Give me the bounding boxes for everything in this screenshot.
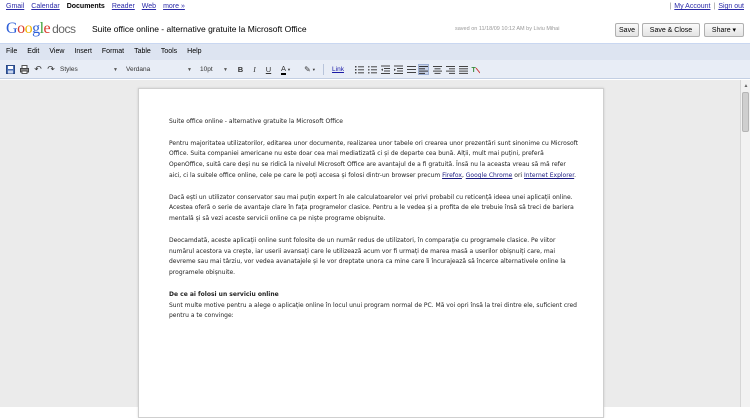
numbered-list-icon[interactable]	[354, 64, 364, 75]
title-bar: Google docs Suite office online - alterna…	[0, 14, 750, 44]
bold-button[interactable]: B	[236, 64, 245, 75]
share-button[interactable]: Share ▾	[704, 23, 744, 37]
doc-paragraph-2: Dacă ești un utilizator conservator sau …	[169, 193, 574, 223]
print-icon[interactable]	[19, 64, 29, 75]
align-right-icon[interactable]	[445, 64, 455, 75]
menu-help[interactable]: Help	[187, 48, 201, 55]
doc-title-line: Suite office online - alternative gratui…	[169, 118, 343, 125]
styles-dropdown[interactable]: Styles ▼	[60, 64, 118, 75]
google-docs-logo[interactable]: Google docs	[6, 20, 76, 38]
gbar-link-web[interactable]: Web	[142, 3, 156, 10]
blockquote-icon[interactable]	[406, 64, 416, 75]
text-color-icon: A	[281, 63, 287, 75]
gbar-link-more[interactable]: more »	[163, 3, 185, 10]
menu-insert[interactable]: Insert	[74, 48, 92, 55]
redo-icon[interactable]: ↷	[46, 64, 56, 75]
align-left-icon[interactable]	[418, 64, 429, 75]
doc-paragraph-4: Sunt multe motive pentru a alege o aplic…	[169, 301, 577, 320]
logo-product-name: docs	[52, 22, 76, 36]
gbar-divider: |	[713, 3, 716, 10]
logo-letter: o	[24, 20, 33, 37]
paragraph-text: ori	[512, 171, 524, 179]
chevron-down-icon: ▼	[287, 67, 291, 72]
menu-edit[interactable]: Edit	[27, 48, 39, 55]
formatting-toolbar: ↶ ↷ Styles ▼ Verdana ▼ 10pt ▼ B I U A ▼ ✎ ▼ L…	[0, 60, 750, 79]
save-button[interactable]: Save	[615, 23, 639, 37]
gbar-link-documents[interactable]: Documents	[67, 3, 105, 10]
svg-text:T: T	[471, 67, 476, 74]
toolbar-divider	[323, 64, 324, 75]
italic-button[interactable]: I	[250, 64, 259, 75]
doc-paragraph-3: Deocamdată, aceste aplicații online sunt…	[169, 236, 566, 277]
undo-icon[interactable]: ↶	[33, 64, 43, 75]
scrollbar-thumb[interactable]	[742, 92, 749, 132]
document-title[interactable]: Suite office online - alternative gratui…	[92, 24, 307, 34]
highlight-icon: ✎	[304, 65, 311, 74]
styles-value: Styles	[60, 66, 78, 73]
vertical-scrollbar[interactable]: ▲	[740, 80, 750, 407]
justify-icon[interactable]	[458, 64, 468, 75]
save-icon[interactable]	[5, 64, 15, 75]
menu-table[interactable]: Table	[134, 48, 151, 55]
link-firefox[interactable]: Firefox	[442, 172, 462, 179]
align-center-icon[interactable]	[432, 64, 442, 75]
chevron-down-icon: ▼	[187, 66, 192, 73]
menu-view[interactable]: View	[49, 48, 64, 55]
logo-letter: G	[6, 20, 18, 37]
saved-status: saved on 11/18/09 10:12 AM by Liviu Miha…	[455, 26, 560, 32]
save-and-close-button[interactable]: Save & Close	[642, 23, 700, 37]
paragraph-text: .	[574, 171, 577, 179]
doc-paragraph-1: Pentru majoritatea utilizatorilor, edita…	[169, 139, 579, 182]
menu-tools[interactable]: Tools	[161, 48, 177, 55]
link-google-chrome[interactable]: Google Chrome	[466, 172, 513, 179]
logo-letter: o	[17, 20, 25, 37]
gbar-divider: |	[669, 3, 672, 10]
increase-indent-icon[interactable]	[393, 64, 403, 75]
scroll-up-arrow-icon[interactable]: ▲	[742, 82, 750, 90]
clear-formatting-icon[interactable]: T	[470, 64, 480, 75]
gbar-link-calendar[interactable]: Calendar	[31, 3, 59, 10]
document-page[interactable]: Suite office online - alternative gratui…	[138, 88, 604, 418]
underline-button[interactable]: U	[264, 64, 273, 75]
doc-heading: De ce ai folosi un serviciu online	[169, 290, 279, 298]
menu-bar: File Edit View Insert Format Table Tools…	[0, 44, 750, 60]
gbar-links: Gmail Calendar Documents Reader Web more…	[6, 3, 185, 10]
my-account-link[interactable]: My Account	[674, 3, 710, 10]
link-button[interactable]: Link	[330, 64, 346, 75]
gbar-link-gmail[interactable]: Gmail	[6, 3, 24, 10]
decrease-indent-icon[interactable]	[380, 64, 390, 75]
font-dropdown[interactable]: Verdana ▼	[126, 64, 192, 75]
gbar-link-reader[interactable]: Reader	[112, 3, 135, 10]
document-body[interactable]: Suite office online - alternative gratui…	[169, 117, 579, 333]
document-canvas: Suite office online - alternative gratui…	[0, 80, 750, 418]
link-internet-explorer[interactable]: Internet Explorer	[524, 172, 574, 179]
chevron-down-icon: ▼	[223, 66, 228, 73]
google-bar: Gmail Calendar Documents Reader Web more…	[0, 0, 750, 14]
logo-letter: g	[32, 20, 40, 37]
chevron-down-icon: ▼	[113, 66, 118, 73]
menu-format[interactable]: Format	[102, 48, 124, 55]
sign-out-link[interactable]: Sign out	[718, 3, 744, 10]
font-value: Verdana	[126, 66, 151, 73]
menu-file[interactable]: File	[6, 48, 17, 55]
font-size-value: 10pt	[200, 66, 213, 73]
font-size-dropdown[interactable]: 10pt ▼	[200, 64, 228, 75]
logo-letter: e	[43, 20, 51, 37]
highlight-color-button[interactable]: ✎ ▼	[302, 64, 318, 75]
text-color-button[interactable]: A ▼	[278, 64, 294, 75]
gbar-account: | My Account | Sign out	[669, 3, 744, 10]
bulleted-list-icon[interactable]	[367, 64, 377, 75]
chevron-down-icon: ▼	[311, 67, 316, 72]
